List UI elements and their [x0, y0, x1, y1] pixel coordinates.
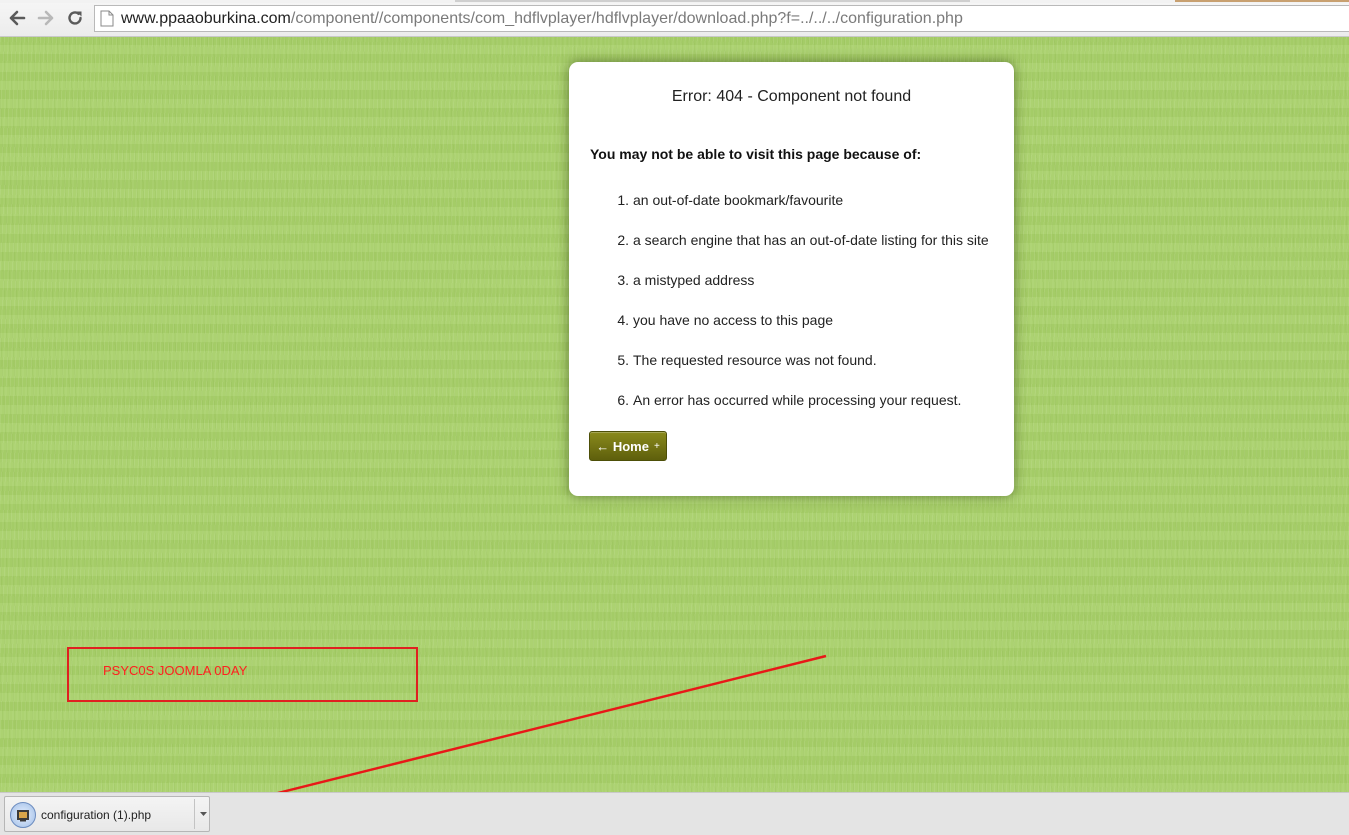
dropdown-arrow-icon[interactable]	[198, 809, 208, 819]
annotation-arrow	[222, 654, 827, 809]
download-item[interactable]: configuration (1).php	[4, 796, 210, 832]
download-file-name: configuration (1).php	[41, 808, 152, 822]
download-shelf: configuration (1).php	[0, 792, 1349, 835]
php-file-icon	[10, 802, 36, 828]
download-divider	[194, 799, 195, 829]
